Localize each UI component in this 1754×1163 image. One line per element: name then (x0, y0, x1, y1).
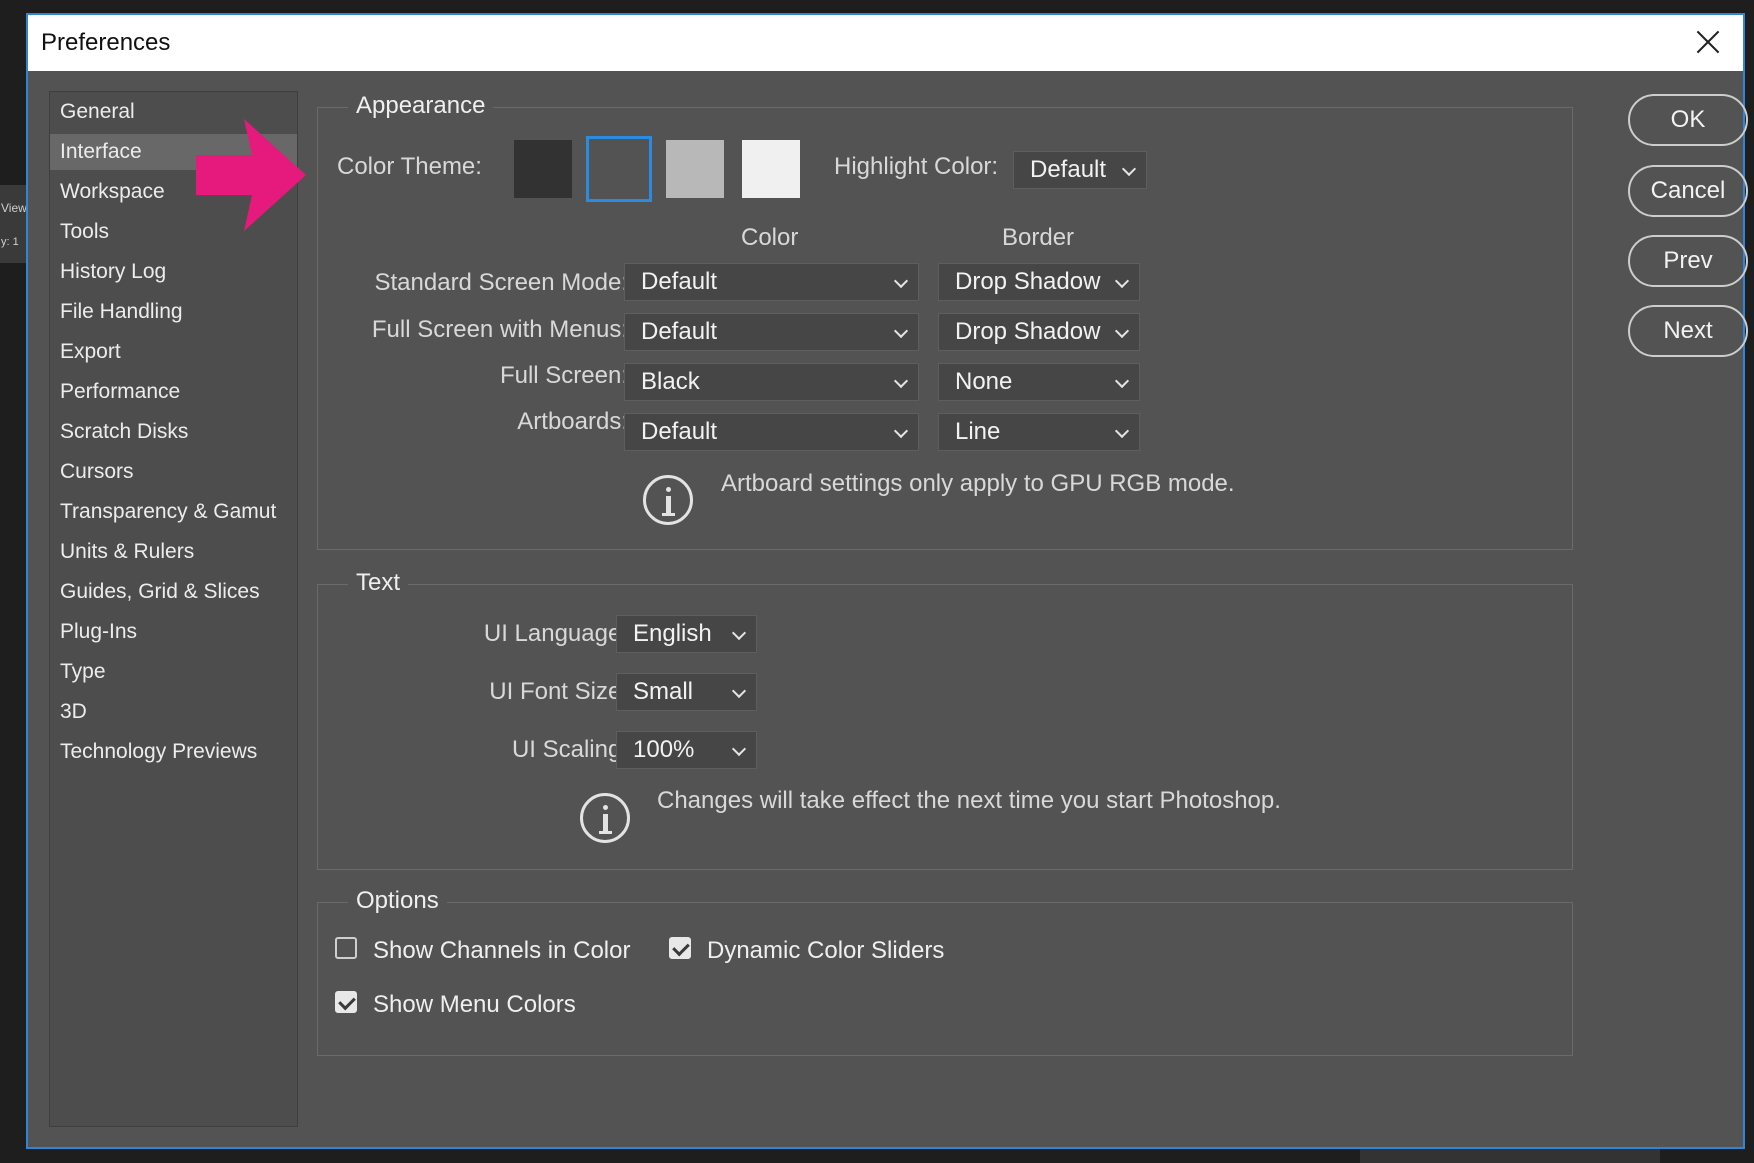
sidebar-item-units-rulers[interactable]: Units & Rulers (50, 534, 297, 570)
options-legend: Options (348, 887, 447, 915)
ui-font-size-select[interactable]: Small (616, 673, 757, 711)
preferences-sidebar: General Interface Workspace Tools Histor… (49, 91, 298, 1127)
pink-arrow-icon (196, 119, 306, 231)
artboards-border-select[interactable]: Line (938, 413, 1140, 451)
full-screen-menus-border-select[interactable]: Drop Shadow (938, 313, 1140, 351)
appearance-legend: Appearance (348, 92, 494, 120)
title-bar: Preferences (28, 15, 1743, 71)
column-header-border: Border (1002, 224, 1075, 251)
theme-swatch-light[interactable] (666, 140, 724, 198)
sidebar-item-plug-ins[interactable]: Plug-Ins (50, 614, 297, 650)
chevron-down-icon (731, 625, 747, 641)
full-screen-menus-color-select[interactable]: Default (624, 313, 919, 351)
show-menu-colors-checkbox[interactable] (335, 991, 357, 1013)
chevron-down-icon (731, 741, 747, 757)
standard-screen-color-select[interactable]: Default (624, 263, 919, 301)
ui-font-size-value: Small (633, 678, 694, 705)
sidebar-item-transparency-gamut[interactable]: Transparency & Gamut (50, 494, 297, 530)
color-theme-label: Color Theme: (337, 153, 482, 180)
highlight-color-select[interactable]: Default (1013, 151, 1147, 189)
text-legend: Text (348, 569, 409, 597)
ui-language-select[interactable]: English (616, 615, 757, 653)
column-header-color: Color (741, 224, 799, 251)
sidebar-item-performance[interactable]: Performance (50, 374, 297, 410)
info-icon (643, 475, 693, 525)
sidebar-item-cursors[interactable]: Cursors (50, 454, 297, 490)
chevron-down-icon (1121, 161, 1137, 177)
row-label-full-screen-menus: Full Screen with Menus: (371, 316, 628, 343)
chevron-down-icon (893, 323, 909, 339)
ok-button[interactable]: OK (1628, 94, 1748, 146)
show-channels-checkbox[interactable] (335, 937, 357, 959)
sidebar-item-export[interactable]: Export (50, 334, 297, 370)
standard-screen-border-select[interactable]: Drop Shadow (938, 263, 1140, 301)
background-label-y: y: 1 (1, 236, 19, 248)
theme-swatch-dark-selected[interactable] (586, 136, 652, 202)
next-button[interactable]: Next (1628, 305, 1748, 357)
ui-language-value: English (633, 620, 712, 647)
ui-scaling-label: UI Scaling: (511, 736, 628, 763)
background-panel-strip (0, 185, 26, 263)
full-screen-color-select[interactable]: Black (624, 363, 919, 401)
full-screen-menus-border-value: Drop Shadow (955, 318, 1101, 345)
close-icon[interactable] (1691, 25, 1725, 59)
cancel-button[interactable]: Cancel (1628, 165, 1748, 217)
artboards-color-value: Default (641, 418, 718, 445)
background-label-view: View (1, 201, 27, 215)
prev-button[interactable]: Prev (1628, 235, 1748, 287)
standard-screen-border-value: Drop Shadow (955, 268, 1101, 295)
sidebar-item-file-handling[interactable]: File Handling (50, 294, 297, 330)
sidebar-item-technology-previews[interactable]: Technology Previews (50, 734, 297, 770)
row-label-standard-screen-mode: Standard Screen Mode: (374, 269, 629, 296)
ui-font-size-label: UI Font Size: (489, 678, 628, 705)
artboards-border-value: Line (955, 418, 1001, 445)
ui-language-label: UI Language: (483, 620, 628, 647)
row-label-artboards: Artboards: (517, 408, 628, 435)
info-icon (580, 793, 630, 843)
chevron-down-icon (731, 683, 747, 699)
chevron-down-icon (893, 373, 909, 389)
standard-screen-color-value: Default (641, 268, 718, 295)
highlight-color-label: Highlight Color: (834, 153, 999, 180)
artboard-note: Artboard settings only apply to GPU RGB … (721, 470, 1235, 497)
chevron-down-icon (1114, 323, 1130, 339)
background-bottom-bar (1360, 1148, 1660, 1163)
chevron-down-icon (1114, 373, 1130, 389)
chevron-down-icon (893, 273, 909, 289)
full-screen-border-select[interactable]: None (938, 363, 1140, 401)
dynamic-color-sliders-checkbox[interactable] (669, 937, 691, 959)
show-channels-label[interactable]: Show Channels in Color (373, 937, 630, 965)
chevron-down-icon (893, 423, 909, 439)
artboards-color-select[interactable]: Default (624, 413, 919, 451)
sidebar-item-scratch-disks[interactable]: Scratch Disks (50, 414, 297, 450)
ui-scaling-select[interactable]: 100% (616, 731, 757, 769)
options-group: Options (317, 887, 1573, 1056)
dialog-title: Preferences (41, 29, 171, 56)
chevron-down-icon (1114, 423, 1130, 439)
sidebar-item-3d[interactable]: 3D (50, 694, 297, 730)
sidebar-item-guides-grid-slices[interactable]: Guides, Grid & Slices (50, 574, 297, 610)
sidebar-item-type[interactable]: Type (50, 654, 297, 690)
highlight-color-value: Default (1030, 156, 1107, 183)
full-screen-menus-color-value: Default (641, 318, 718, 345)
restart-note: Changes will take effect the next time y… (657, 787, 1281, 814)
chevron-down-icon (1114, 273, 1130, 289)
full-screen-border-value: None (955, 368, 1013, 395)
show-menu-colors-label[interactable]: Show Menu Colors (373, 991, 576, 1019)
theme-swatch-dark-fill (590, 140, 648, 198)
theme-swatch-darkest[interactable] (514, 140, 572, 198)
sidebar-item-history-log[interactable]: History Log (50, 254, 297, 290)
row-label-full-screen: Full Screen: (499, 362, 628, 389)
theme-swatch-lightest[interactable] (742, 140, 800, 198)
dynamic-color-sliders-label[interactable]: Dynamic Color Sliders (707, 937, 944, 965)
ui-scaling-value: 100% (633, 736, 695, 763)
full-screen-color-value: Black (641, 368, 700, 395)
